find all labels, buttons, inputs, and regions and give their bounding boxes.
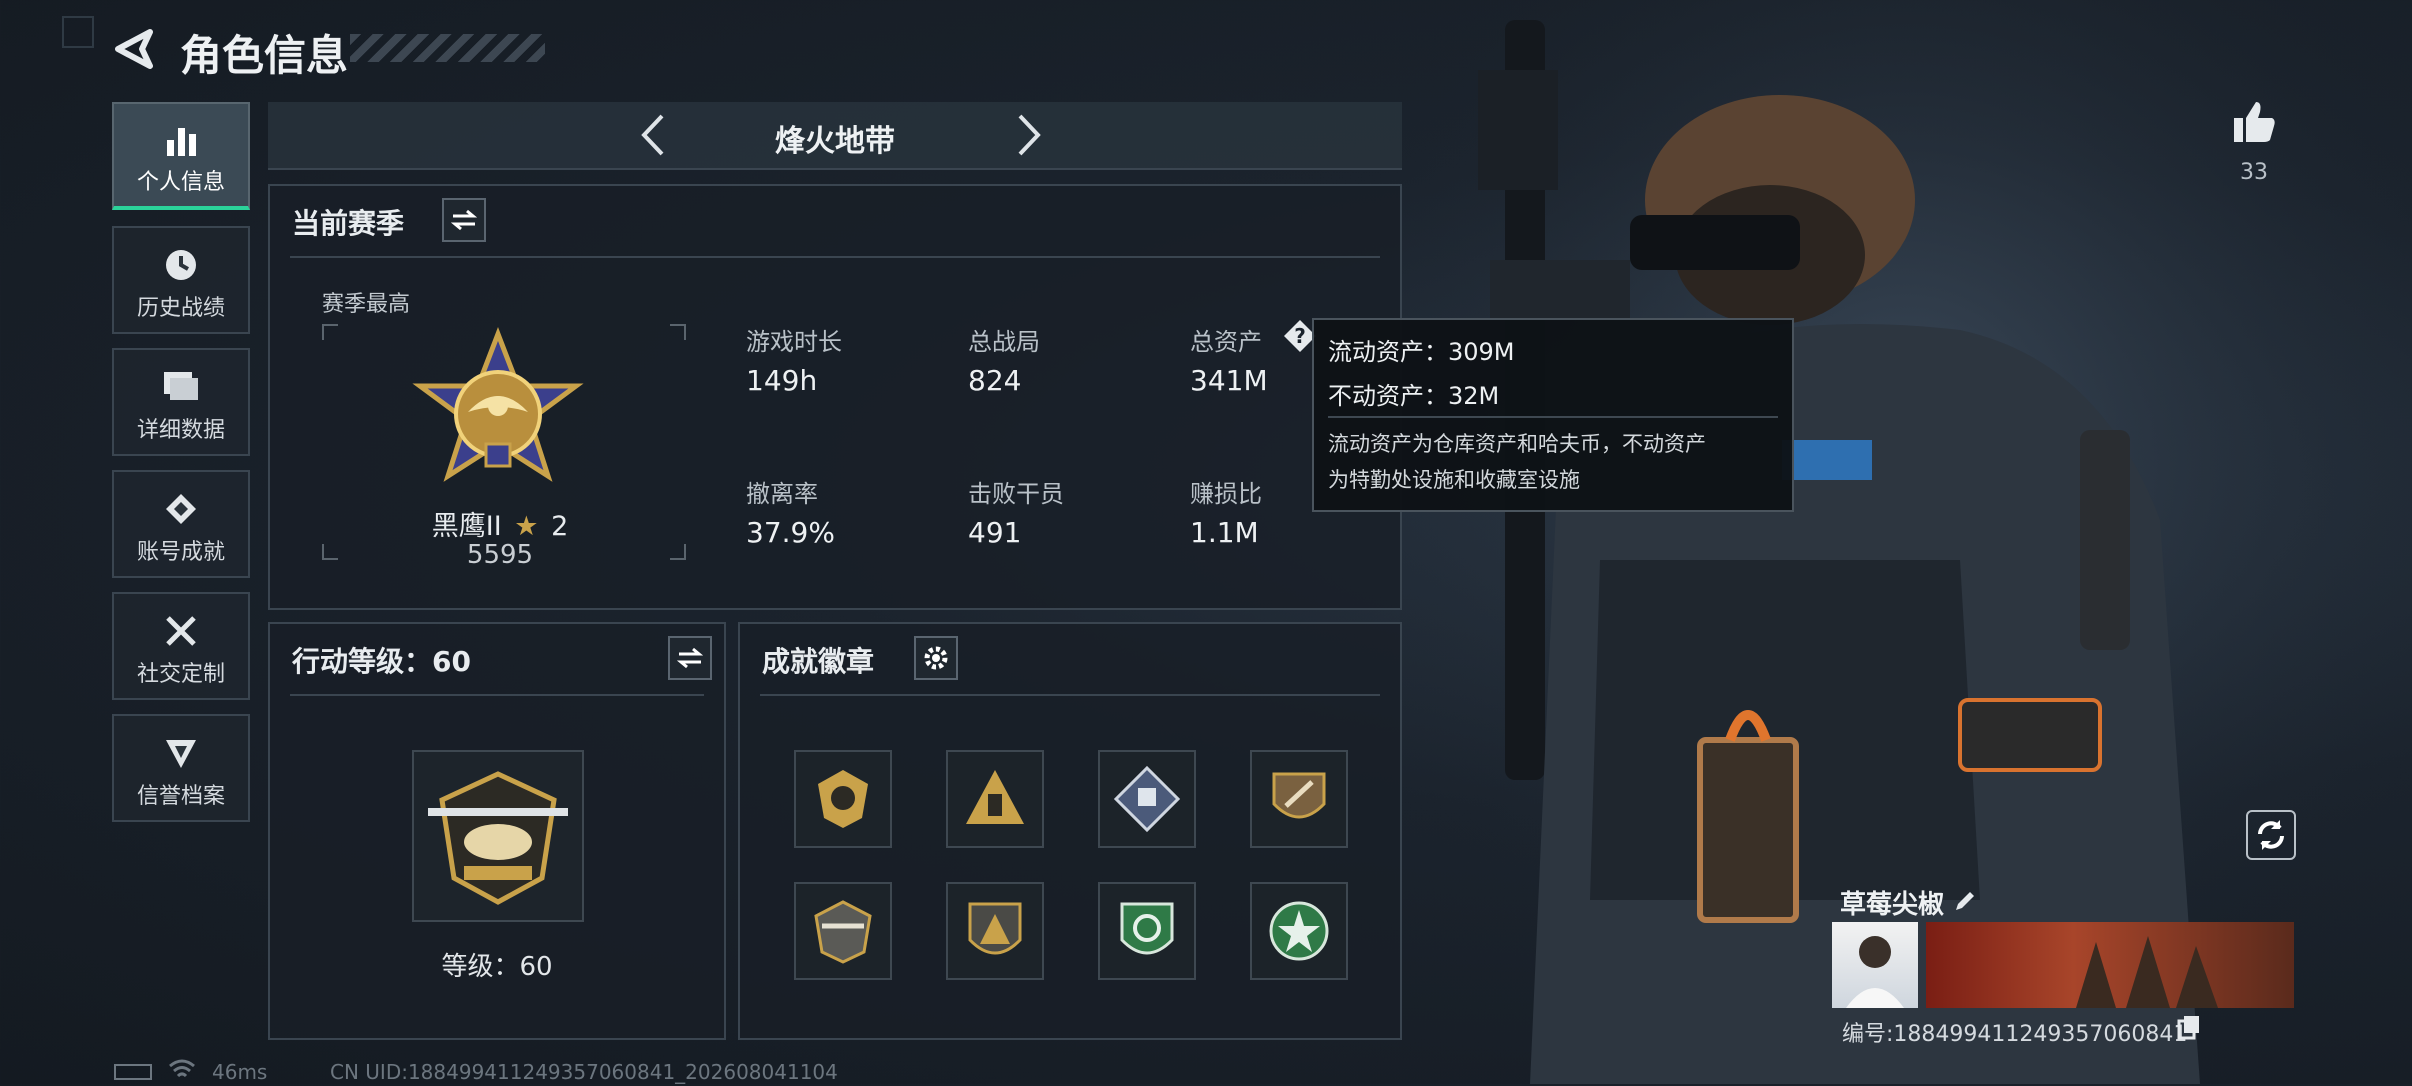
sidebar-item-social[interactable]: 社交定制 [112, 592, 250, 700]
page-title: 角色信息 [180, 31, 349, 80]
achievement-badge[interactable] [794, 882, 892, 980]
fixed-assets-text: 不动资产：32M [1328, 382, 1500, 410]
rank-score: 5595 [466, 540, 534, 570]
stat-value: 491 [968, 516, 1022, 549]
credit-icon [162, 734, 200, 776]
action-level-title: 行动等级：60 [292, 645, 471, 678]
tooltip-divider [1328, 416, 1778, 418]
player-name: 草莓尖椒 [1840, 890, 1945, 920]
rank-stars: 2 [551, 511, 569, 542]
achievements-panel: 成就徽章 [738, 622, 1402, 1040]
stat-label: 总战局 [968, 328, 1040, 356]
achievement-icon [162, 490, 200, 532]
achievement-badge[interactable] [1098, 882, 1196, 980]
edit-name-button[interactable] [1950, 886, 1980, 916]
rotate-icon [2258, 820, 2284, 850]
title-stripes [350, 34, 545, 62]
wrench-icon [162, 612, 200, 654]
like-count: 33 [2240, 160, 2268, 185]
action-level-panel: 行动等级：60 等级：60 [268, 622, 726, 1040]
chevron-right-icon [1018, 114, 1041, 156]
svg-text:?: ? [1294, 324, 1306, 348]
achievement-badge[interactable] [794, 750, 892, 848]
mode-title: 烽火地带 [775, 124, 895, 159]
wifi-icon [168, 1058, 196, 1086]
bar-chart-icon [163, 122, 199, 162]
rank-name: 黑鹰II [431, 511, 502, 542]
helicopter-emblem-icon [428, 771, 568, 905]
rank-emblem-icon [412, 327, 584, 482]
achievement-badge[interactable] [946, 882, 1044, 980]
rotate-view-button[interactable] [2246, 810, 2296, 860]
swap-icon [677, 647, 703, 669]
sidebar-item-history[interactable]: 历史战绩 [112, 226, 250, 334]
stat-label: 击败干员 [968, 480, 1064, 508]
stat-value: 1.1M [1190, 516, 1259, 549]
stat-value: 824 [968, 364, 1022, 397]
sidebar-item-credit[interactable]: 信誉档案 [112, 714, 250, 822]
corner-mark [62, 16, 94, 48]
stat-value: 37.9% [746, 516, 835, 549]
like-button[interactable] [2230, 98, 2278, 146]
sidebar-item-label: 详细数据 [136, 418, 225, 443]
avatar[interactable] [1832, 922, 1918, 1008]
sidebar-item-detail-data[interactable]: 详细数据 [112, 348, 250, 456]
thumbs-up-icon [2234, 102, 2275, 142]
ping-text: 46ms [212, 1060, 268, 1084]
next-mode-button[interactable] [1004, 110, 1054, 160]
stat-value: 149h [746, 364, 818, 397]
season-panel: 当前赛季 赛季最高 黑鹰II ★ 2 5595 游戏时长 149h 总战局 82… [268, 184, 1402, 610]
copy-icon [2177, 1016, 2199, 1040]
stat-label: 赚损比 [1190, 480, 1262, 508]
uid-text: CN UID:18849941124935706084​1_2026080411… [330, 1060, 838, 1084]
stat-label: 撤离率 [746, 480, 818, 508]
sidebar-item-label: 账号成就 [136, 540, 225, 565]
gear-icon [924, 646, 948, 670]
sidebar-item-label: 个人信息 [136, 170, 225, 195]
achievement-badge[interactable] [1250, 882, 1348, 980]
asset-tooltip: 流动资产：309M 不动资产：32M 流动资产为仓库资产和哈夫币，不动资产 为特… [1312, 318, 1794, 512]
switch-level-button[interactable] [668, 636, 712, 680]
tooltip-desc-line2: 为特勤处设施和收藏室设施 [1328, 468, 1580, 492]
pencil-icon [1956, 892, 1974, 910]
switch-season-button[interactable] [442, 198, 486, 242]
achievements-title: 成就徽章 [762, 645, 875, 678]
achievement-badge[interactable] [1250, 750, 1348, 848]
season-best-label: 赛季最高 [322, 292, 411, 317]
stat-label: 游戏时长 [746, 328, 842, 356]
copy-id-button[interactable] [2176, 1014, 2202, 1040]
history-icon [162, 246, 200, 288]
season-title: 当前赛季 [292, 207, 405, 240]
sidebar-item-label: 信誉档案 [136, 784, 225, 809]
sidebar-item-achievements[interactable]: 账号成就 [112, 470, 250, 578]
rank-name-row: 黑鹰II ★ 2 [360, 504, 640, 543]
stat-value: 341M [1190, 364, 1268, 397]
mode-selector: 烽火地带 [268, 102, 1402, 170]
swap-icon [451, 209, 477, 231]
battery-icon [114, 1064, 152, 1080]
liquid-assets-text: 流动资产：309M [1328, 338, 1515, 366]
folder-icon [162, 368, 200, 406]
achievement-badge[interactable] [946, 750, 1044, 848]
player-id: 编号:18849941124935706084​1 [1842, 1022, 2188, 1047]
level-label: 等级：60 [441, 952, 553, 982]
achievement-settings-button[interactable] [914, 636, 958, 680]
tooltip-desc-line1: 流动资产为仓库资产和哈夫币，不动资产 [1328, 432, 1706, 456]
level-emblem [412, 750, 584, 922]
star-icon: ★ [514, 511, 539, 542]
stat-label: 总资产 [1190, 328, 1262, 356]
sidebar-item-personal-info[interactable]: 个人信息 [112, 102, 250, 210]
sidebar-item-label: 社交定制 [136, 662, 225, 687]
profile-banner[interactable] [1926, 922, 2294, 1008]
sidebar-item-label: 历史战绩 [136, 296, 225, 321]
back-button[interactable] [112, 26, 158, 72]
back-arrow-icon [115, 29, 153, 69]
achievement-badge[interactable] [1098, 750, 1196, 848]
